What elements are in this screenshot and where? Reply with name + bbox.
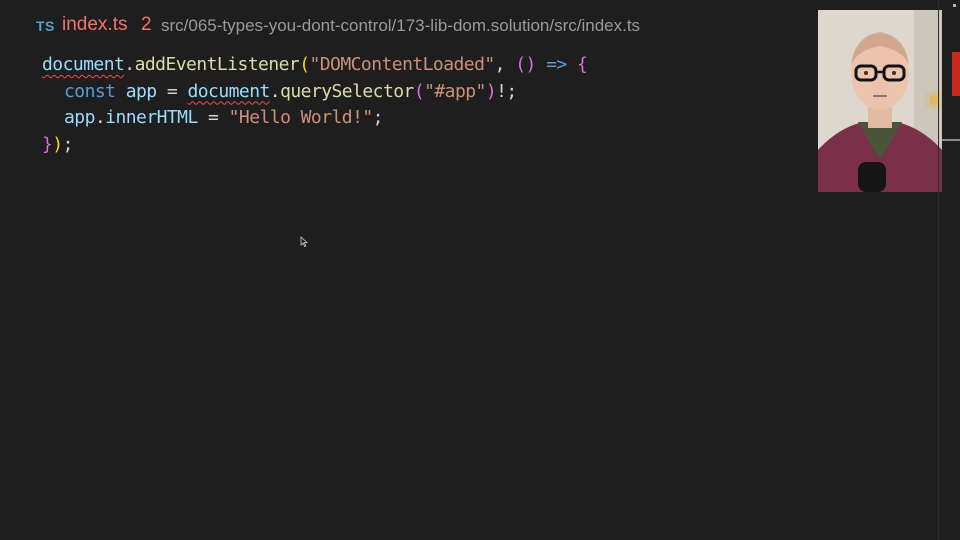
token-dot: . xyxy=(124,54,135,75)
token-string: "#app" xyxy=(424,80,486,102)
code-line-4[interactable]: }); xyxy=(42,132,802,159)
token-close-paren: ) xyxy=(485,80,497,102)
typescript-icon: TS xyxy=(36,18,55,34)
token-equals: = xyxy=(197,107,229,129)
presenter-video xyxy=(818,10,942,192)
breadcrumb-path[interactable]: src/065-types-you-dont-control/173-lib-d… xyxy=(161,16,640,36)
token-document: document xyxy=(42,54,125,75)
token-dot: . xyxy=(94,107,106,129)
editor-tab[interactable]: TS index.ts 2 src/065-types-you-dont-con… xyxy=(0,0,810,52)
token-close-brace: } xyxy=(42,134,53,156)
mouse-pointer-icon xyxy=(300,236,309,248)
token-dot: . xyxy=(269,80,281,102)
code-line-1[interactable]: document.addEventListener("DOMContentLoa… xyxy=(42,52,802,79)
token-keyword: const xyxy=(64,80,116,102)
code-line-3[interactable]: app.innerHTML = "Hello World!"; xyxy=(42,105,802,132)
token-non-null: !; xyxy=(496,80,517,102)
token-arrow: => xyxy=(535,54,577,75)
token-variable: app xyxy=(64,107,95,129)
token-string: "Hello World!" xyxy=(228,107,374,129)
error-count-badge: 2 xyxy=(141,14,152,35)
token-comma: , xyxy=(494,54,516,75)
token-semicolon: ; xyxy=(62,134,74,156)
overview-ruler-marker xyxy=(953,4,956,7)
presenter-webcam xyxy=(818,10,942,192)
token-method: querySelector xyxy=(280,80,414,102)
code-editor[interactable]: document.addEventListener("DOMContentLoa… xyxy=(42,52,802,159)
code-line-2[interactable]: const app = document.querySelector("#app… xyxy=(42,79,802,106)
token-close-paren: ) xyxy=(52,134,63,156)
token-open-paren: ( xyxy=(299,54,310,75)
token-arrow-params: () xyxy=(515,54,536,75)
error-scroll-marker[interactable] xyxy=(952,52,960,96)
token-variable: app xyxy=(125,80,157,102)
minimap-divider xyxy=(938,0,939,540)
scroll-position-marker[interactable] xyxy=(942,139,960,141)
tab-file-name[interactable]: index.ts xyxy=(62,14,127,36)
token-open-brace: { xyxy=(576,54,588,75)
token-semicolon: ; xyxy=(372,107,384,129)
token-document: document xyxy=(187,80,270,102)
token-string: "DOMContentLoaded" xyxy=(309,54,495,75)
token-equals: = xyxy=(156,80,188,102)
token-open-paren: ( xyxy=(413,80,425,102)
token-property: innerHTML xyxy=(105,107,198,129)
token-method: addEventListener xyxy=(134,54,300,75)
